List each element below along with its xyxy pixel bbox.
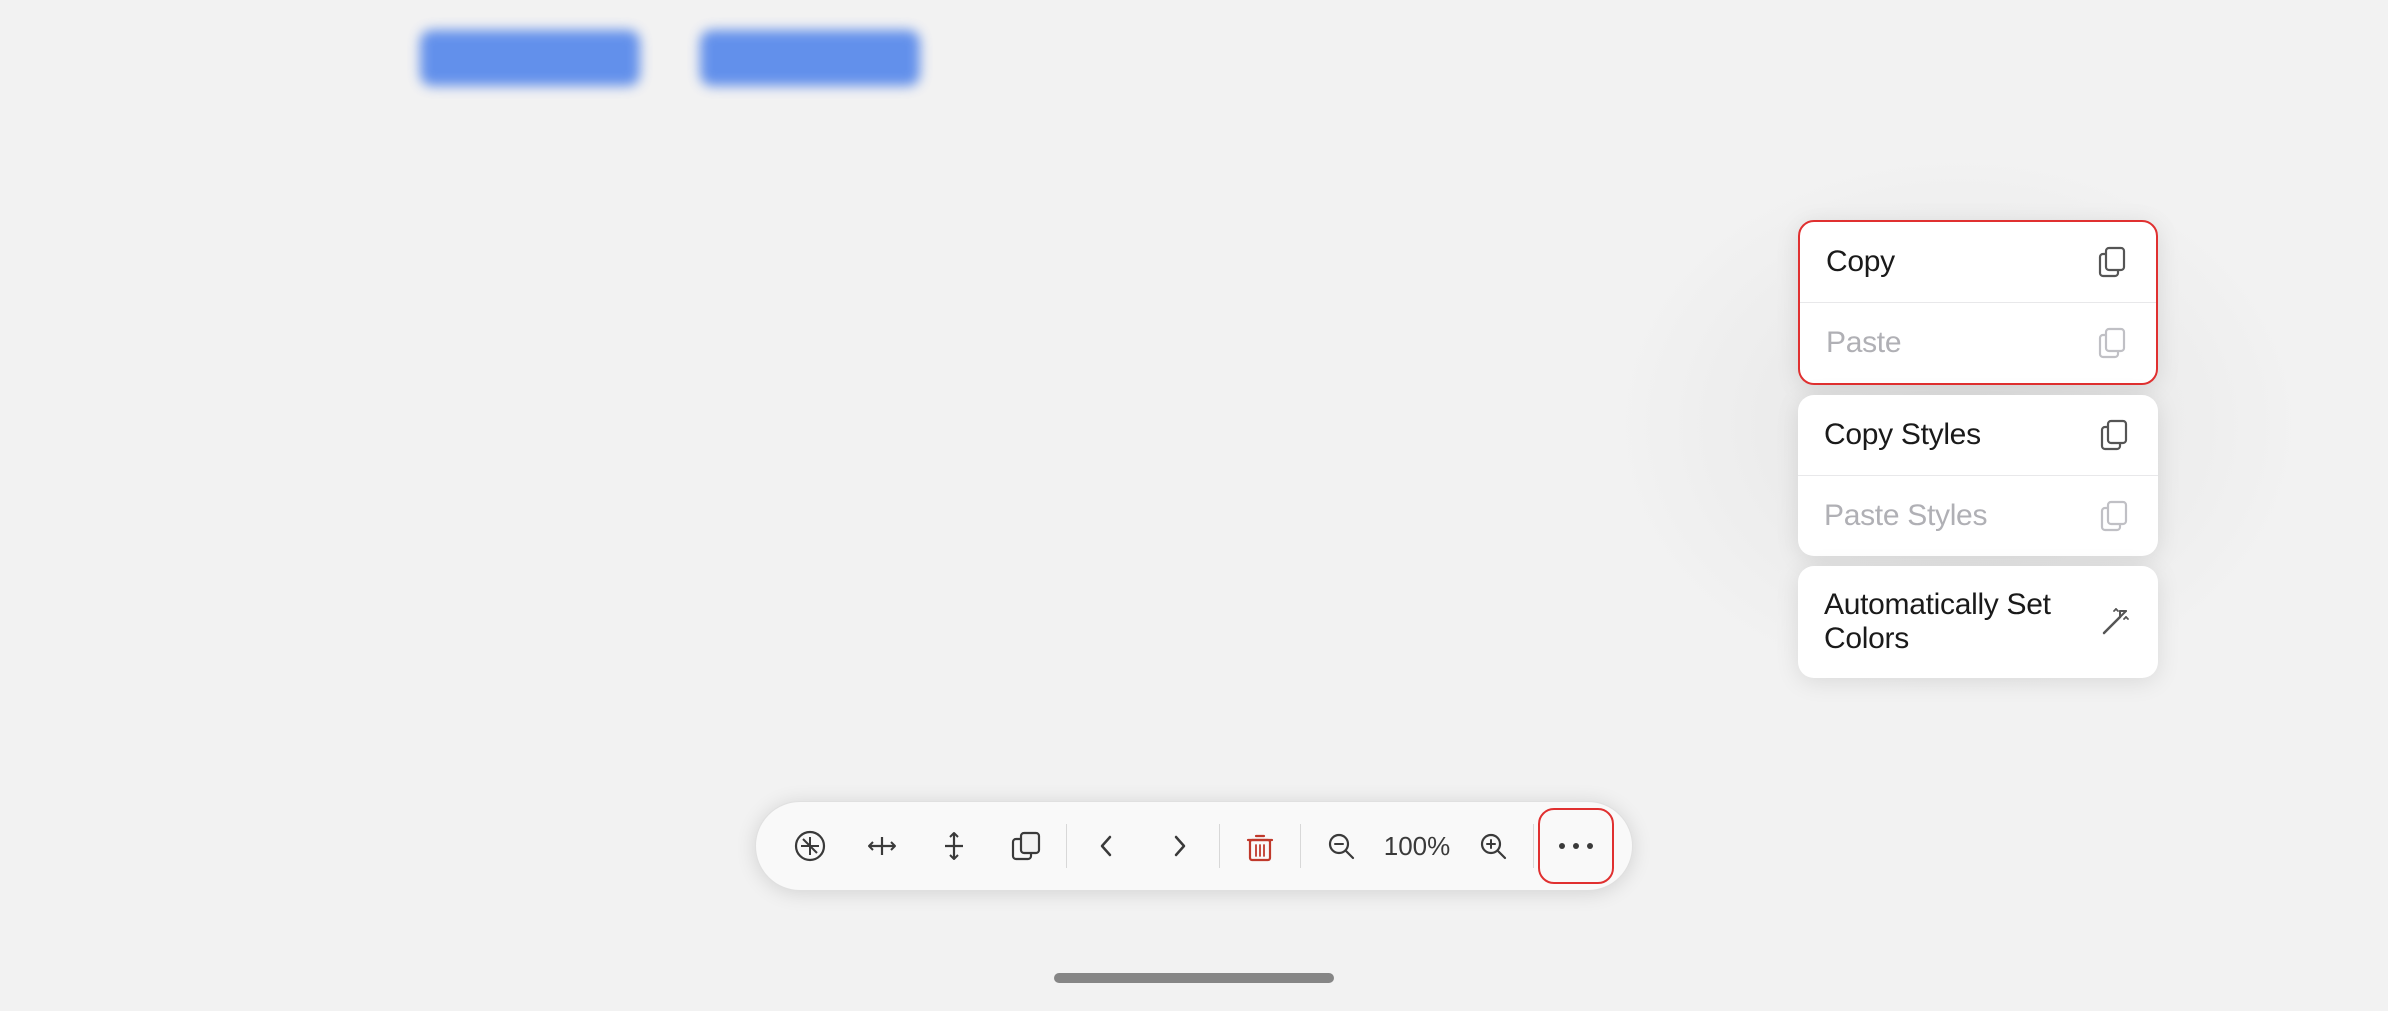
cursor-tool-button[interactable] bbox=[774, 810, 846, 882]
copy-label: Copy bbox=[1826, 245, 1895, 279]
toolbar: 100% bbox=[755, 801, 1633, 891]
zoom-out-button[interactable] bbox=[1305, 810, 1377, 882]
blurred-elements-group bbox=[420, 30, 920, 86]
separator-2 bbox=[1219, 824, 1220, 868]
copy-styles-menu-item[interactable]: Copy Styles bbox=[1798, 395, 2158, 476]
canvas: Copy Paste bbox=[0, 0, 2388, 1011]
expand-h-button[interactable] bbox=[846, 810, 918, 882]
copy-icon bbox=[2094, 244, 2130, 280]
expand-v-button[interactable] bbox=[918, 810, 990, 882]
auto-colors-label: Automatically Set Colors bbox=[1824, 588, 2098, 656]
delete-button[interactable] bbox=[1224, 810, 1296, 882]
copy-menu-item[interactable]: Copy bbox=[1800, 222, 2156, 303]
separator-4 bbox=[1533, 824, 1534, 868]
paste-label: Paste bbox=[1826, 326, 1901, 360]
blurred-box-2 bbox=[700, 30, 920, 86]
back-button[interactable] bbox=[1071, 810, 1143, 882]
copy-styles-label: Copy Styles bbox=[1824, 418, 1981, 452]
paste-styles-label: Paste Styles bbox=[1824, 499, 1987, 533]
auto-colors-section: Automatically Set Colors bbox=[1798, 566, 2158, 678]
separator-1 bbox=[1066, 824, 1067, 868]
styles-section: Copy Styles Paste Styles bbox=[1798, 395, 2158, 556]
forward-button[interactable] bbox=[1143, 810, 1215, 882]
separator-3 bbox=[1300, 824, 1301, 868]
paste-styles-icon bbox=[2096, 498, 2132, 534]
magic-icon bbox=[2098, 604, 2132, 640]
zoom-level-label: 100% bbox=[1377, 831, 1457, 862]
blurred-box-1 bbox=[420, 30, 640, 86]
more-button[interactable] bbox=[1538, 808, 1614, 884]
context-menu: Copy Paste bbox=[1798, 220, 2158, 678]
auto-colors-menu-item[interactable]: Automatically Set Colors bbox=[1798, 566, 2158, 678]
copy-paste-section: Copy Paste bbox=[1798, 220, 2158, 385]
paste-menu-item[interactable]: Paste bbox=[1800, 303, 2156, 383]
duplicate-button[interactable] bbox=[990, 810, 1062, 882]
paste-icon bbox=[2094, 325, 2130, 361]
paste-styles-menu-item[interactable]: Paste Styles bbox=[1798, 476, 2158, 556]
zoom-in-button[interactable] bbox=[1457, 810, 1529, 882]
home-bar bbox=[1054, 973, 1334, 983]
copy-styles-icon bbox=[2096, 417, 2132, 453]
